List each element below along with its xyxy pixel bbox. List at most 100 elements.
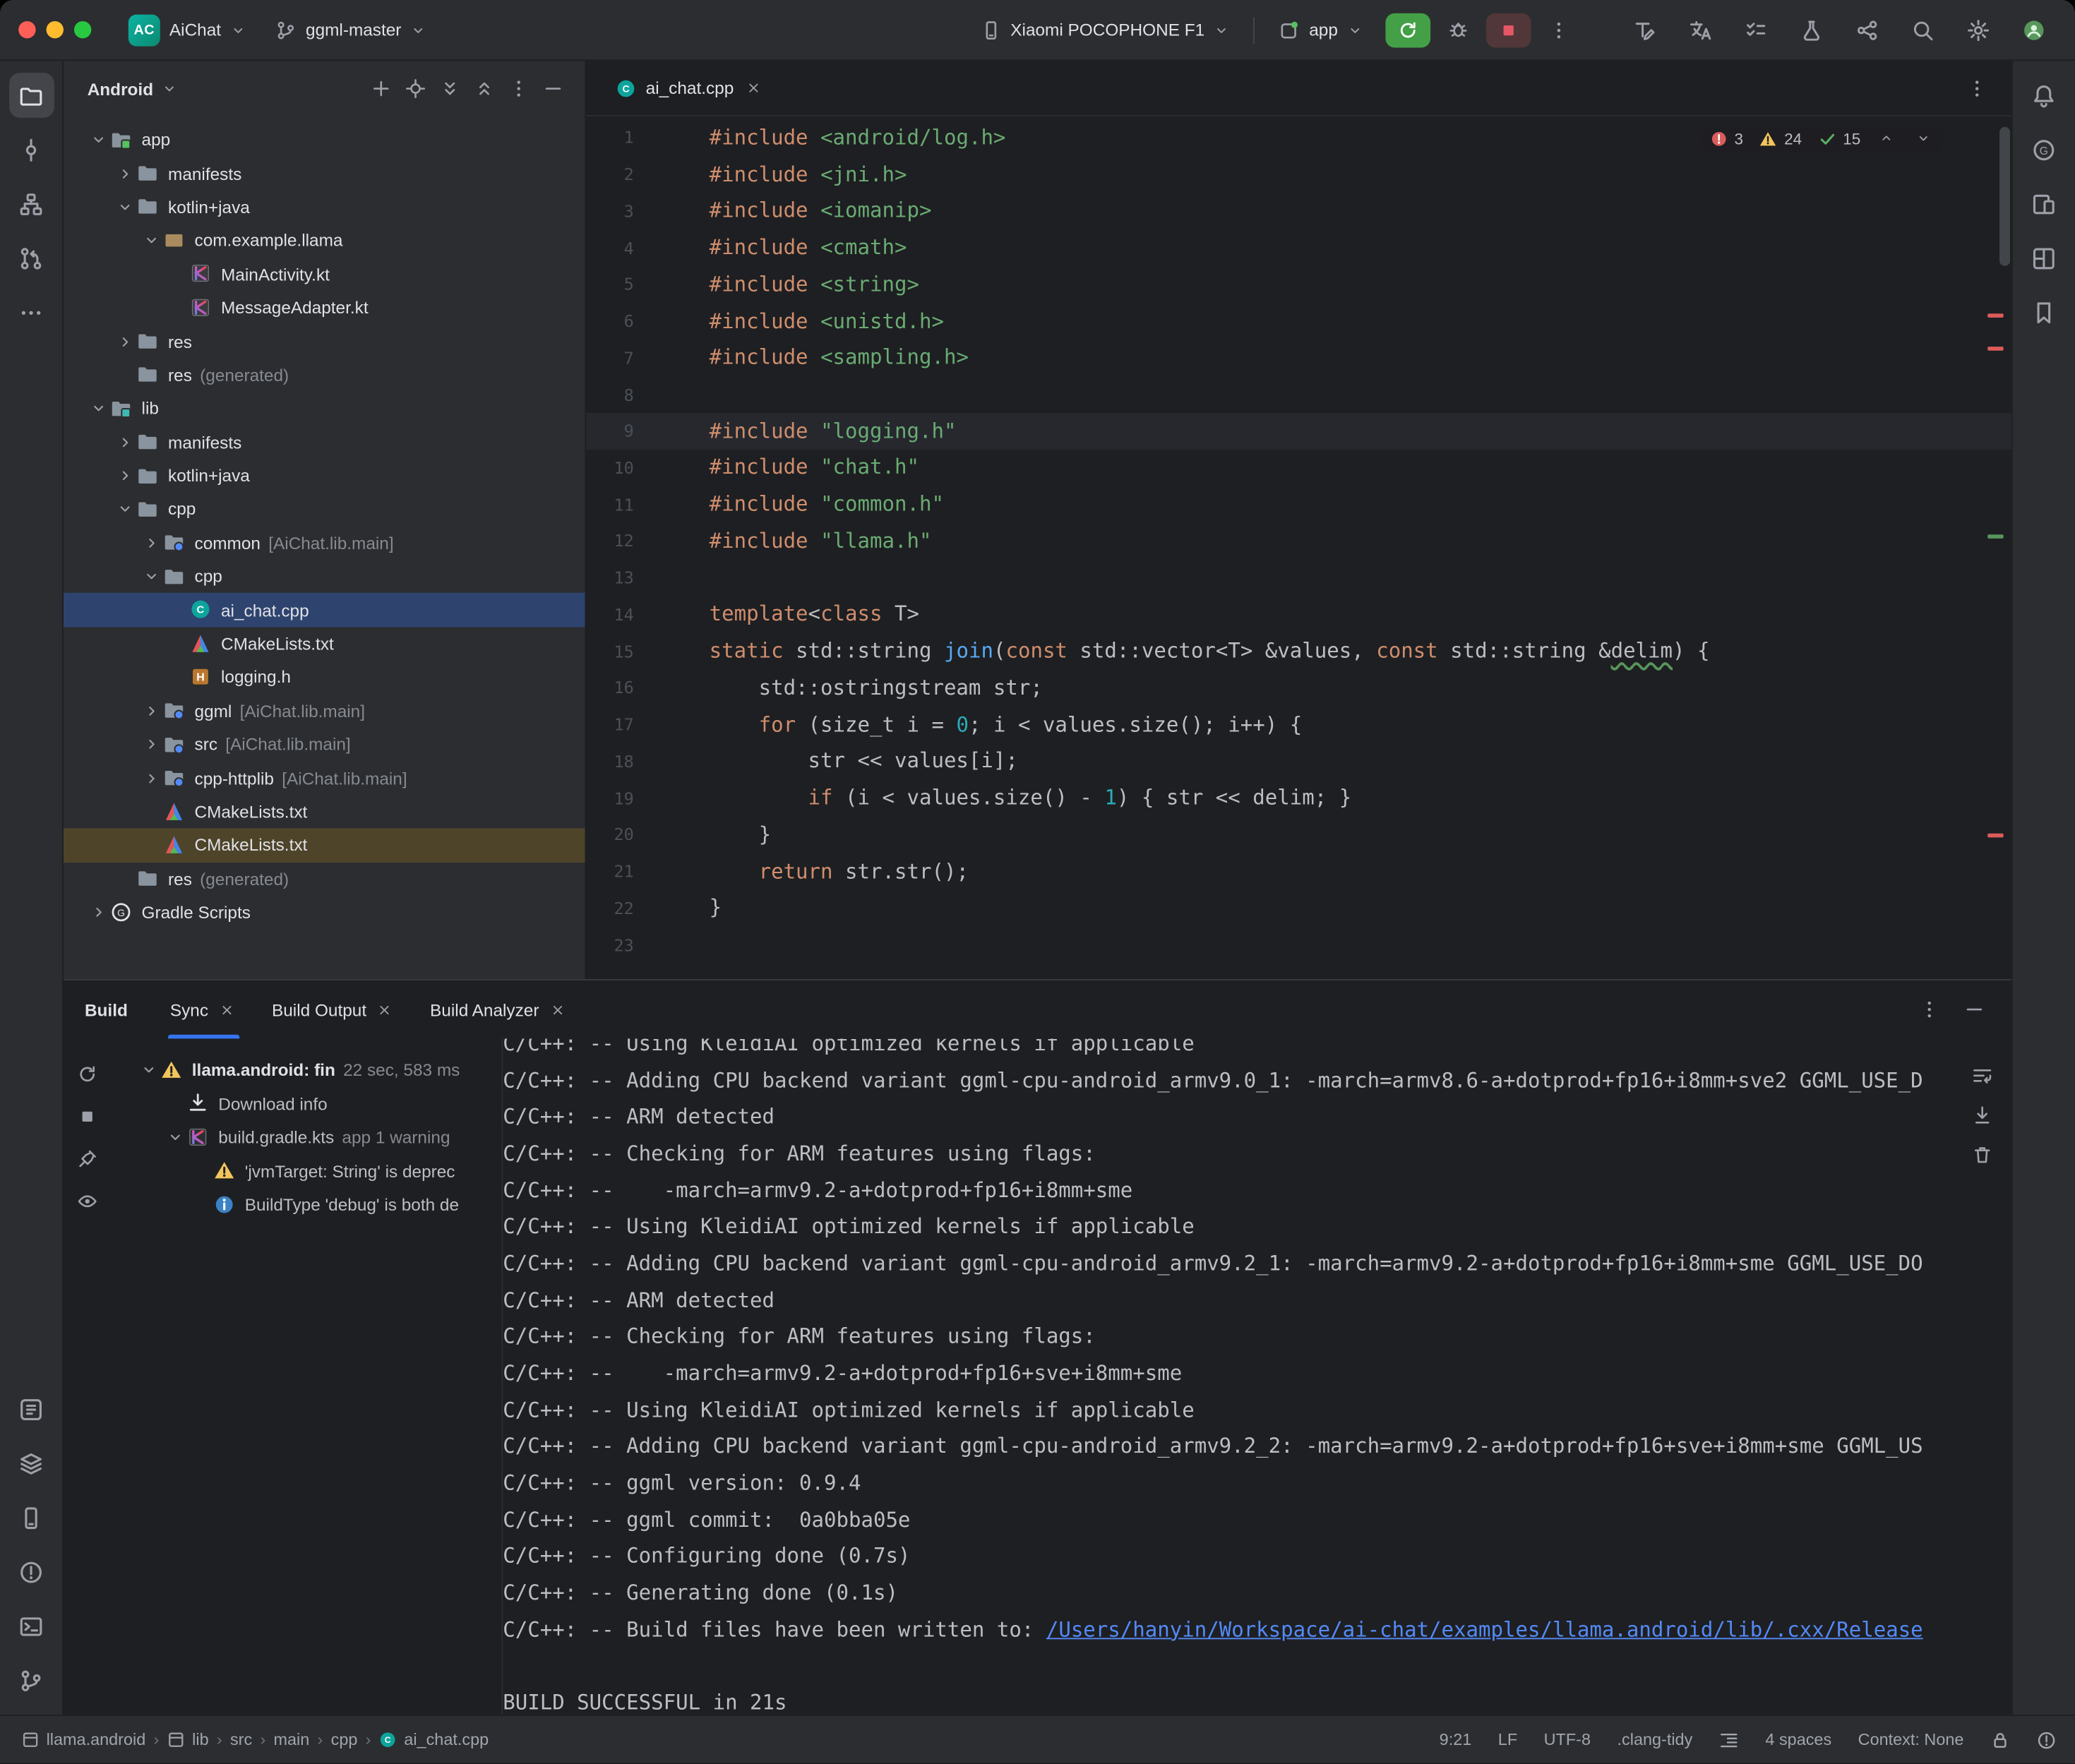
code-line[interactable]: 15static std::string join(const std::vec… — [586, 632, 2011, 669]
readonly-lock-icon[interactable] — [1990, 1730, 2010, 1750]
build-tree-item[interactable]: 'jvmTarget: String' is deprec — [111, 1154, 501, 1188]
project-tree-item[interactable]: cpp — [64, 493, 585, 527]
project-tree-item[interactable]: CMakeLists.txt — [64, 627, 585, 661]
clang-tidy-config[interactable]: .clang-tidy — [1617, 1731, 1693, 1749]
scroll-end-icon[interactable] — [1966, 1100, 1998, 1132]
close-tab-button[interactable] — [216, 999, 237, 1020]
minimize-window-button[interactable] — [47, 21, 64, 38]
code-line[interactable]: 11#include "common.h" — [586, 486, 2011, 523]
project-selector[interactable]: AC AiChat — [118, 8, 257, 51]
chevron-down-icon[interactable] — [112, 195, 136, 219]
build-output-link[interactable]: /Users/hanyin/Workspace/ai-chat/examples… — [1046, 1618, 1923, 1642]
project-tree-item[interactable]: MainActivity.kt — [64, 258, 585, 292]
project-tree-item[interactable]: manifests — [64, 426, 585, 460]
build-tree-item[interactable]: BuildType 'debug' is both de — [111, 1188, 501, 1222]
project-tree-item[interactable]: res(generated) — [64, 862, 585, 896]
code-line[interactable]: 7#include <sampling.h> — [586, 340, 2011, 376]
code-line[interactable]: 2#include <jni.h> — [586, 156, 2011, 193]
rerun-icon[interactable] — [70, 1057, 104, 1092]
close-tab-button[interactable] — [743, 78, 764, 99]
error-stripe-mark[interactable] — [1987, 347, 2003, 351]
chevron-right-icon[interactable] — [112, 162, 136, 186]
problems-icon[interactable] — [8, 1549, 54, 1595]
project-tree-item[interactable]: app — [64, 123, 585, 157]
run-configuration-selector[interactable]: app — [1268, 8, 1373, 51]
project-tree-item[interactable]: MessageAdapter.kt — [64, 291, 585, 325]
code-line[interactable]: 14template<class T> — [586, 596, 2011, 632]
chevron-right-icon[interactable] — [139, 531, 163, 555]
project-tree-item[interactable]: ggml[AiChat.lib.main] — [64, 694, 585, 728]
line-ending[interactable]: LF — [1498, 1731, 1517, 1749]
prev-problem-button[interactable] — [1877, 128, 1898, 150]
project-tree-item[interactable]: lib — [64, 392, 585, 426]
code-line[interactable]: 6#include <unistd.h> — [586, 303, 2011, 340]
code-editor[interactable]: 1#include <android/log.h>2#include <jni.… — [586, 116, 2011, 979]
project-tree-item[interactable]: com.example.llama — [64, 224, 585, 258]
text-tools-icon[interactable] — [1625, 10, 1665, 49]
structure-icon[interactable] — [8, 181, 54, 227]
project-tree-item[interactable]: res — [64, 325, 585, 359]
code-line[interactable]: 20 } — [586, 816, 2011, 853]
chevron-right-icon[interactable] — [112, 330, 136, 354]
collapse-all-icon[interactable] — [469, 73, 501, 104]
project-tree-item[interactable]: Cai_chat.cpp — [64, 594, 585, 628]
build-console[interactable]: C/C++: -- Using KleidiAI optimized kerne… — [503, 1038, 2011, 1715]
todo-icon[interactable] — [8, 1386, 54, 1432]
code-line[interactable]: 12#include "llama.h" — [586, 522, 2011, 559]
chevron-down-icon[interactable] — [139, 565, 163, 589]
build-tab-sync[interactable]: Sync — [157, 980, 251, 1038]
code-style-icon[interactable] — [1719, 1730, 1739, 1750]
chevron-right-icon[interactable] — [139, 766, 163, 790]
project-tree-item[interactable]: kotlin+java — [64, 190, 585, 224]
status-info-icon[interactable] — [2037, 1730, 2057, 1750]
build-tab-build-output[interactable]: Build Output — [258, 980, 409, 1038]
breadcrumb-item[interactable]: main — [271, 1731, 312, 1749]
chevron-right-icon[interactable] — [112, 464, 136, 488]
chevron-down-icon[interactable] — [136, 1058, 160, 1082]
vcs-branch-selector[interactable]: ggml-master — [265, 8, 437, 51]
running-devices-icon[interactable] — [8, 1495, 54, 1540]
build-tree-item[interactable]: build.gradle.ktsapp 1 warning — [111, 1121, 501, 1155]
breadcrumb-item[interactable]: llama.android — [18, 1731, 148, 1749]
project-view-mode[interactable]: Android — [88, 79, 153, 99]
error-stripe-mark[interactable] — [1987, 313, 2003, 318]
build-variants-icon[interactable] — [8, 1441, 54, 1486]
build-tree-item[interactable]: llama.android: fin22 sec, 583 ms — [111, 1053, 501, 1087]
editor-tab-ai-chat-cpp[interactable]: C ai_chat.cpp — [602, 61, 777, 115]
build-tab-build-analyzer[interactable]: Build Analyzer — [417, 980, 581, 1038]
pin-icon[interactable] — [70, 1142, 104, 1177]
chevron-down-icon[interactable] — [161, 80, 177, 96]
chevron-down-icon[interactable] — [86, 128, 110, 152]
hide-build-panel-button[interactable] — [1959, 994, 1990, 1026]
device-manager-icon[interactable] — [2021, 181, 2067, 227]
experiments-icon[interactable] — [1792, 10, 1831, 49]
translate-icon[interactable] — [1680, 10, 1720, 49]
chevron-down-icon[interactable] — [163, 1126, 187, 1150]
code-line[interactable]: 18 str << values[i]; — [586, 743, 2011, 779]
close-tab-button[interactable] — [374, 999, 395, 1020]
project-folder-icon[interactable] — [8, 73, 54, 118]
build-options-button[interactable] — [1913, 994, 1945, 1026]
code-line[interactable]: 16 std::ostringstream str; — [586, 669, 2011, 706]
project-tree-item[interactable]: manifests — [64, 157, 585, 191]
breadcrumb-item[interactable]: Cai_chat.cpp — [376, 1731, 491, 1749]
settings-icon[interactable] — [1959, 10, 1998, 49]
layout-inspector-icon[interactable] — [2021, 236, 2067, 281]
caret-position[interactable]: 9:21 — [1440, 1731, 1472, 1749]
search-everywhere-icon[interactable] — [1903, 10, 1942, 49]
clear-all-icon[interactable] — [1966, 1139, 1998, 1171]
kebab-icon[interactable] — [503, 73, 534, 104]
more-run-options-button[interactable] — [1543, 14, 1574, 46]
soft-wrap-icon[interactable] — [1966, 1060, 1998, 1091]
inspections-widget[interactable]: 3 24 15 — [1702, 126, 1943, 152]
code-line[interactable]: 19 if (i < values.size() - 1) { str << d… — [586, 779, 2011, 816]
next-problem-button[interactable] — [1913, 128, 1935, 150]
more-tool-windows-icon[interactable] — [8, 289, 54, 335]
error-stripe-mark[interactable] — [1987, 534, 2003, 539]
breadcrumb-item[interactable]: src — [227, 1731, 255, 1749]
project-tree-item[interactable]: src[AiChat.lib.main] — [64, 728, 585, 762]
project-tree-item[interactable]: CMakeLists.txt — [64, 795, 585, 829]
code-line[interactable]: 8 — [586, 376, 2011, 413]
code-line[interactable]: 3#include <iomanip> — [586, 193, 2011, 229]
breadcrumb-item[interactable]: cpp — [328, 1731, 360, 1749]
